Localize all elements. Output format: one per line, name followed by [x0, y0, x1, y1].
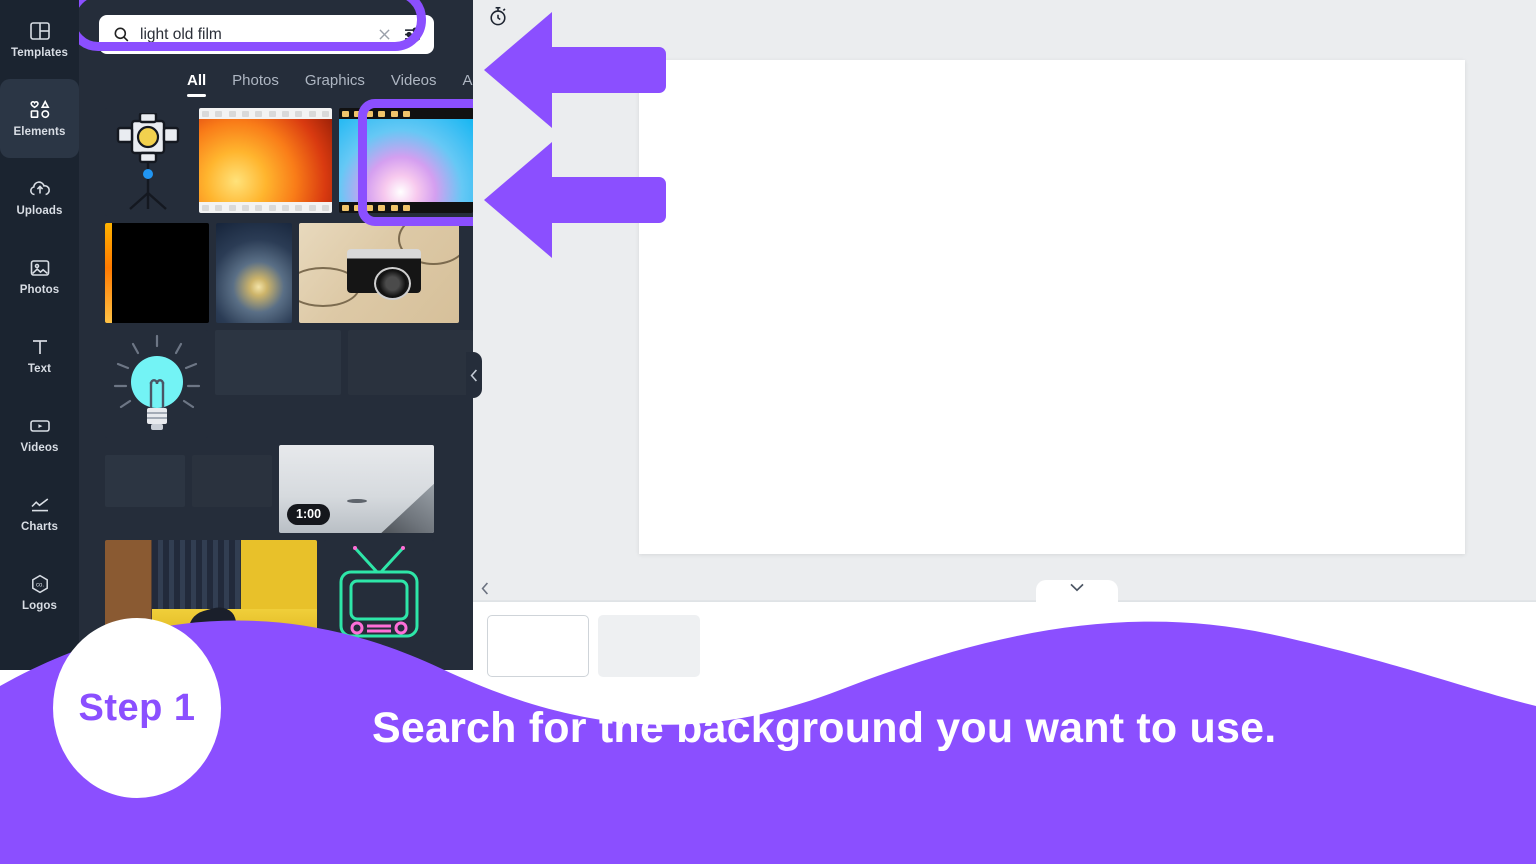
- filmstrip-frame: [198, 119, 333, 202]
- sidebar-label-charts: Charts: [20, 521, 59, 534]
- camera-lens: [374, 267, 411, 300]
- sidebar-label-photos: Photos: [19, 284, 60, 297]
- tab-videos[interactable]: Videos: [391, 73, 437, 97]
- templates-icon: [29, 22, 50, 41]
- sidebar-item-videos[interactable]: Videos: [0, 395, 79, 474]
- tab-photos-label: Photos: [232, 72, 279, 89]
- result-film-projector-photo[interactable]: [216, 223, 292, 323]
- chevron-down-icon: [1070, 583, 1084, 592]
- app-root: Templates Elements Uploads Photos Text V…: [0, 0, 1536, 864]
- left-sidebar: Templates Elements Uploads Photos Text V…: [0, 0, 79, 670]
- tab-audio-label: Audio: [462, 72, 474, 89]
- sidebar-label-elements: Elements: [13, 126, 66, 139]
- boat: [347, 498, 368, 504]
- sidebar-label-text: Text: [27, 363, 52, 376]
- svg-text:co.: co.: [35, 583, 43, 589]
- result-tabs: All Photos Graphics Videos Audio: [187, 73, 473, 97]
- videos-icon: [29, 420, 50, 433]
- sliders-filter-icon[interactable]: [402, 24, 423, 45]
- tab-all[interactable]: All: [187, 72, 207, 97]
- studio-light-icon: [117, 113, 180, 210]
- lightbulb-icon: [113, 334, 200, 430]
- elements-panel: light old film All Photos Graphics Video…: [79, 0, 473, 670]
- tab-graphics[interactable]: Graphics: [305, 73, 365, 97]
- search-results-grid: 1:00: [105, 108, 473, 659]
- shoreline: [381, 483, 434, 533]
- text-icon: [32, 340, 47, 355]
- results-row: [105, 330, 473, 438]
- elements-icon: [29, 100, 50, 119]
- filmstrip-perforations-top: [339, 109, 473, 118]
- logos-icon: co.: [31, 574, 48, 594]
- instruction-banner: Step 1 Search for the background you wan…: [0, 594, 1536, 864]
- sidebar-item-charts[interactable]: Charts: [0, 474, 79, 553]
- search-input[interactable]: light old film: [140, 27, 367, 43]
- tab-graphics-label: Graphics: [304, 72, 365, 89]
- arrow-to-search-bar: [484, 12, 666, 128]
- sidebar-item-text[interactable]: Text: [0, 316, 79, 395]
- arrow-head: [484, 142, 552, 258]
- filmstrip-frame: [339, 119, 473, 202]
- banner-headline: Search for the background you want to us…: [372, 704, 1277, 752]
- design-canvas[interactable]: [639, 60, 1465, 554]
- close-icon[interactable]: [376, 26, 393, 43]
- arrow-shaft: [541, 47, 666, 93]
- sidebar-item-uploads[interactable]: Uploads: [0, 158, 79, 237]
- results-row: 1:00: [105, 445, 473, 533]
- search-input-box[interactable]: light old film: [99, 15, 434, 54]
- sidebar-item-elements[interactable]: Elements: [0, 79, 79, 158]
- result-dark-placeholder-c[interactable]: [105, 455, 185, 507]
- result-vintage-camera-photo[interactable]: [299, 223, 459, 323]
- tab-audio[interactable]: Audio: [463, 73, 474, 97]
- tab-videos-label: Videos: [390, 72, 437, 89]
- result-cool-filmstrip-thumbnail[interactable]: [339, 108, 473, 213]
- sidebar-item-photos[interactable]: Photos: [0, 237, 79, 316]
- step-badge: Step 1: [53, 618, 221, 798]
- filmstrip-perforations-bottom: [199, 203, 333, 212]
- arrow-to-selected-thumbnail: [484, 142, 666, 258]
- result-misty-sea-video[interactable]: 1:00: [279, 445, 434, 533]
- photos-icon: [30, 260, 49, 277]
- tab-photos[interactable]: Photos: [232, 73, 279, 97]
- filmstrip-perforations-top: [199, 109, 333, 118]
- sidebar-label-videos: Videos: [20, 442, 59, 455]
- result-dark-placeholder-a[interactable]: [215, 330, 341, 395]
- result-warm-filmstrip-thumbnail[interactable]: [198, 108, 333, 213]
- chevron-left-icon: [470, 368, 478, 382]
- step-label: Step 1: [78, 686, 196, 729]
- sidebar-label-uploads: Uploads: [16, 205, 63, 218]
- result-dark-placeholder-d[interactable]: [192, 455, 272, 507]
- panel-collapse-handle[interactable]: [466, 352, 482, 398]
- uploads-icon: [29, 181, 50, 196]
- result-lightbulb-graphic[interactable]: [105, 330, 209, 438]
- arrow-head: [484, 12, 552, 128]
- charts-icon: [30, 498, 48, 512]
- result-black-frame-photo[interactable]: [105, 223, 209, 323]
- filmstrip-perforations-bottom: [339, 203, 473, 212]
- search-bar: light old film: [99, 15, 434, 54]
- video-duration-badge: 1:00: [287, 504, 331, 525]
- tab-all-label: All: [187, 72, 207, 89]
- sidebar-label-templates: Templates: [11, 47, 68, 60]
- arrow-shaft: [541, 177, 666, 223]
- result-studio-light-graphic[interactable]: [105, 108, 192, 216]
- search-icon: [114, 27, 129, 42]
- results-row: [105, 223, 473, 323]
- result-dark-placeholder-b[interactable]: [347, 330, 473, 395]
- sidebar-item-templates[interactable]: Templates: [0, 0, 79, 79]
- results-row: [105, 108, 473, 216]
